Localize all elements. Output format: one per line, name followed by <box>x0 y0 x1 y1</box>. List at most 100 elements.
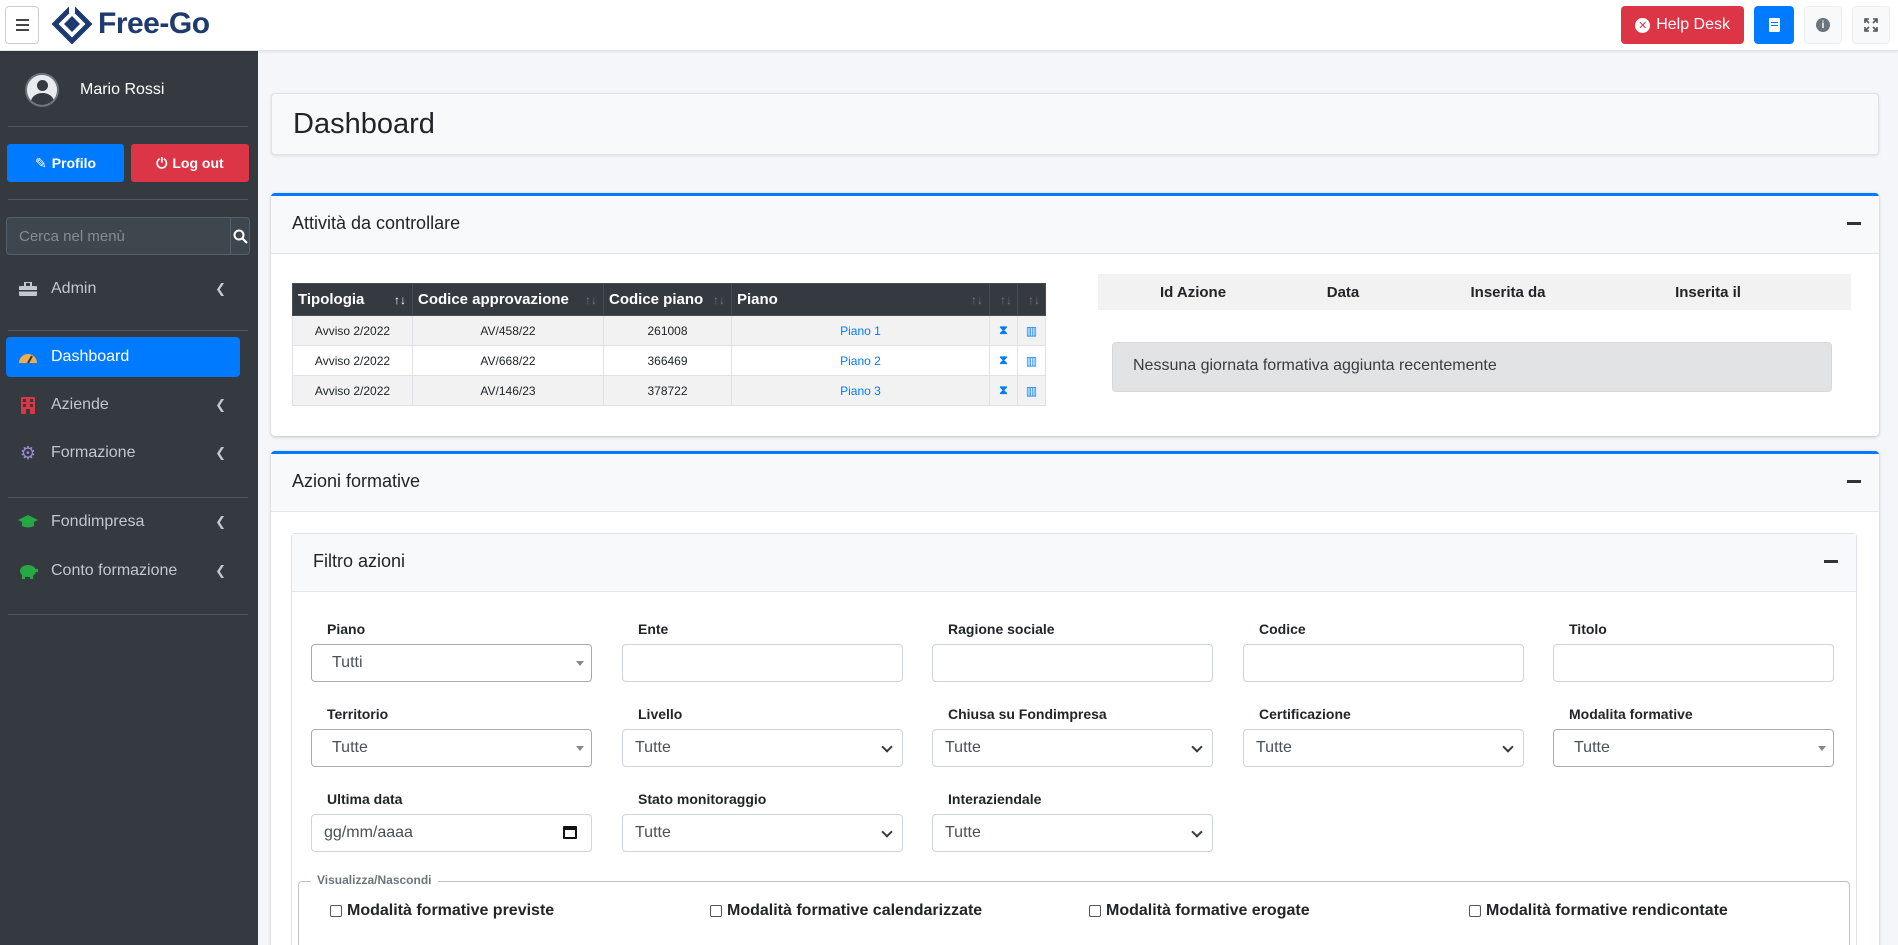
table-header: Id Azione Data Inserita da Inserita il <box>1098 274 1851 310</box>
cell-codice-piano: 261008 <box>603 315 732 346</box>
logout-button[interactable]: ⏻ Log out <box>131 144 249 182</box>
sidebar-item-aziende[interactable]: Aziende ❮ <box>6 385 240 425</box>
user-name[interactable]: Mario Rossi <box>80 81 164 99</box>
minus-icon[interactable] <box>1847 222 1861 225</box>
menu-search-input[interactable] <box>6 217 231 255</box>
piano-select[interactable]: Tutti <box>311 644 592 682</box>
hourglass-icon[interactable]: ⧗ <box>999 323 1007 338</box>
calendar-icon[interactable] <box>563 826 577 839</box>
certificazione-select[interactable]: Tutte <box>1243 729 1524 767</box>
piano-link[interactable]: Piano 3 <box>731 375 990 406</box>
building-icon[interactable]: ▥ <box>1026 354 1037 368</box>
building-icon <box>18 395 38 415</box>
checkbox-box[interactable] <box>1469 905 1481 917</box>
ultima-data-label: Ultima data <box>327 791 403 807</box>
avatar[interactable] <box>25 73 59 107</box>
codice-input[interactable] <box>1243 644 1524 682</box>
modalita-formative-select[interactable]: Tutte <box>1553 729 1834 767</box>
column-header-codice-approvazione[interactable]: Codice approvazione ↑↓ <box>412 283 604 316</box>
cell-codice-approvazione: AV/458/22 <box>412 315 604 346</box>
minus-icon[interactable] <box>1824 560 1838 563</box>
column-header-data[interactable]: Data <box>1288 284 1398 301</box>
checkbox-label: Modalità formative erogate <box>1106 902 1310 919</box>
chevron-left-icon: ❮ <box>215 563 226 578</box>
column-header-codice-piano[interactable]: Codice piano ↑↓ <box>603 283 732 316</box>
profile-button[interactable]: ✎ Profilo <box>7 144 124 182</box>
sidebar-item-fondimpresa[interactable]: Fondimpresa ❮ <box>6 502 240 542</box>
stato-monitoraggio-select[interactable]: Tutte <box>622 814 903 852</box>
checkbox-box[interactable] <box>710 905 722 917</box>
livello-select[interactable]: Tutte <box>622 729 903 767</box>
divider <box>8 330 248 331</box>
checkbox-box[interactable] <box>330 905 342 917</box>
sort-icon: ↑↓ <box>971 293 983 307</box>
territorio-select[interactable]: Tutte <box>311 729 592 767</box>
sidebar-item-label: Fondimpresa <box>51 513 145 530</box>
piano-link[interactable]: Piano 2 <box>731 345 990 376</box>
checkbox-calendarizzate[interactable]: Modalità formative calendarizzate <box>710 902 982 920</box>
checkbox-rendicontate[interactable]: Modalità formative rendicontate <box>1469 902 1728 920</box>
checkbox-box[interactable] <box>1089 905 1101 917</box>
column-header-inserita-da[interactable]: Inserita da <box>1398 284 1618 301</box>
hourglass-cell: ⧗ <box>989 375 1018 406</box>
brand-logo[interactable]: Free-Go <box>52 4 210 44</box>
titolo-input[interactable] <box>1553 644 1834 682</box>
divider <box>8 497 248 498</box>
help-desk-button[interactable]: ✕ Help Desk <box>1621 6 1744 44</box>
minus-icon[interactable] <box>1847 480 1861 483</box>
building-icon[interactable]: ▥ <box>1026 384 1037 398</box>
column-header-tipologia[interactable]: Tipologia ↑↓ <box>292 283 413 316</box>
sidebar-item-admin[interactable]: Admin ❮ <box>6 269 240 309</box>
hourglass-icon[interactable]: ⧗ <box>999 353 1007 368</box>
logout-label: Log out <box>172 155 224 171</box>
sidebar-item-formazione[interactable]: ⚙ Formazione ❮ <box>6 433 240 473</box>
ragione-sociale-input[interactable] <box>932 644 1213 682</box>
sidebar-item-conto-formazione[interactable]: Conto formazione ❮ <box>6 551 240 591</box>
building-icon[interactable]: ▥ <box>1026 324 1037 338</box>
divider <box>8 614 248 615</box>
close-circle-icon: ✕ <box>1635 17 1651 33</box>
chiusa-fondimpresa-select[interactable]: Tutte <box>932 729 1213 767</box>
page-header: Dashboard <box>271 93 1879 155</box>
toolbox-icon <box>18 279 38 299</box>
checkbox-label: Modalità formative previste <box>347 902 555 919</box>
dashboard-gauge-icon <box>18 347 38 367</box>
column-header-inserita-il[interactable]: Inserita il <box>1618 284 1798 301</box>
card-header: Attività da controllare <box>271 196 1879 254</box>
ente-input[interactable] <box>622 644 903 682</box>
interaziendale-select[interactable]: Tutte <box>932 814 1213 852</box>
divider <box>8 199 248 200</box>
interaziendale-label: Interaziendale <box>948 791 1042 807</box>
ultima-data-input[interactable]: gg/mm/aaaa <box>311 814 592 852</box>
column-header-piano[interactable]: Piano ↑↓ <box>731 283 990 316</box>
piano-link[interactable]: Piano 1 <box>731 315 990 346</box>
table-row: Avviso 2/2022 AV/668/22 366469 Piano 2 ⧗… <box>292 345 1046 376</box>
recent-actions-table: Id Azione Data Inserita da Inserita il <box>1098 274 1851 310</box>
book-button[interactable] <box>1754 6 1794 44</box>
info-button[interactable]: i <box>1804 6 1842 44</box>
cell-codice-piano: 366469 <box>603 345 732 376</box>
ragione-sociale-label: Ragione sociale <box>948 621 1055 637</box>
column-header-action-1[interactable]: ↑↓ <box>989 283 1018 316</box>
filter-card: Filtro azioni Piano Tutti Ente Ragione s… <box>291 533 1857 945</box>
checkbox-erogate[interactable]: Modalità formative erogate <box>1089 902 1310 920</box>
fullscreen-button[interactable] <box>1852 6 1890 44</box>
hourglass-icon[interactable]: ⧗ <box>999 383 1007 398</box>
card-header: Azioni formative <box>271 454 1879 512</box>
titolo-label: Titolo <box>1569 621 1607 637</box>
column-header-action-2[interactable]: ↑↓ <box>1017 283 1046 316</box>
sort-icon: ↑↓ <box>713 293 725 307</box>
checkbox-previste[interactable]: Modalità formative previste <box>330 902 554 920</box>
modalita-formative-label: Modalita formative <box>1569 706 1693 722</box>
search-button[interactable] <box>231 217 250 255</box>
column-header-id-azione[interactable]: Id Azione <box>1098 284 1288 301</box>
power-icon: ⏻ <box>156 154 168 171</box>
hamburger-menu-icon[interactable] <box>5 6 39 44</box>
piggy-bank-icon <box>18 561 38 581</box>
top-navbar: Free-Go ✕ Help Desk i <box>0 0 1898 51</box>
chiusa-fondimpresa-label: Chiusa su Fondimpresa <box>948 706 1107 722</box>
sidebar-item-label: Conto formazione <box>51 562 178 579</box>
date-placeholder: gg/mm/aaaa <box>324 824 413 841</box>
sidebar-item-label: Admin <box>51 280 97 297</box>
sidebar-item-dashboard[interactable]: Dashboard <box>6 337 240 377</box>
